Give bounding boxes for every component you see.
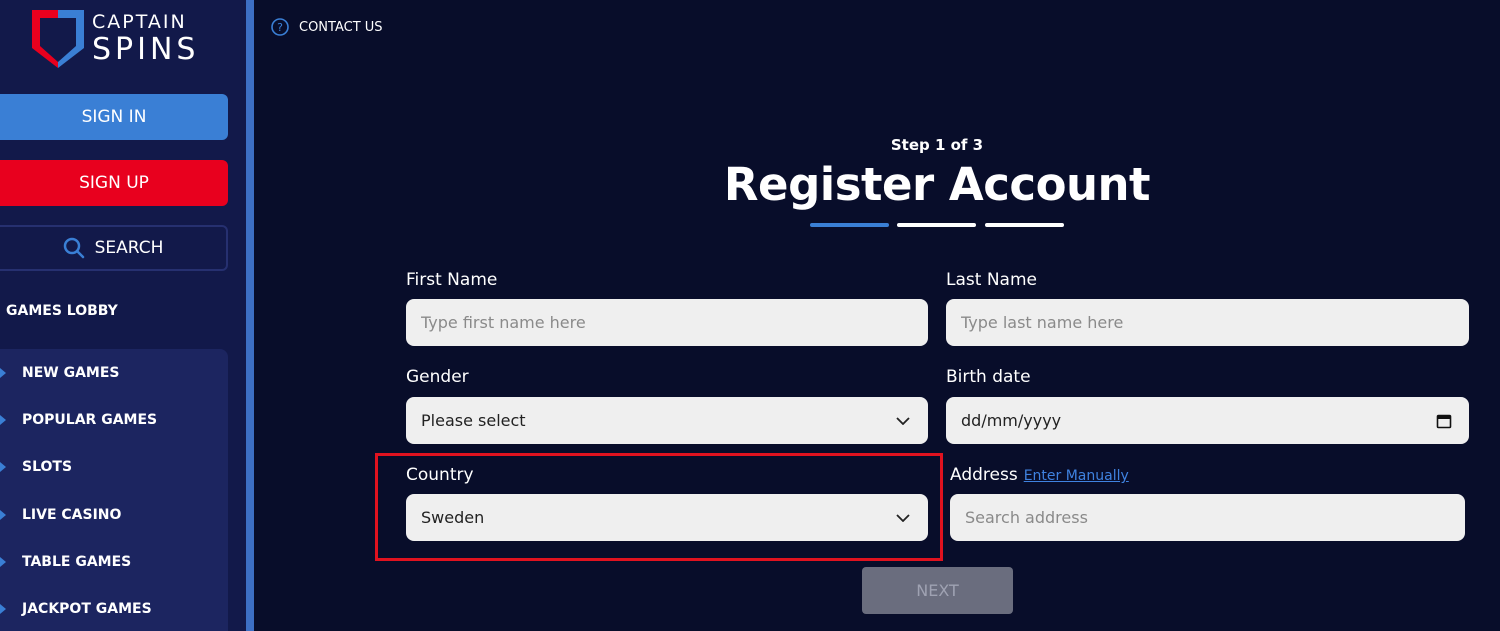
gender-label: Gender	[406, 367, 469, 387]
gender-select-value: Please select	[421, 411, 526, 430]
contact-us-label: CONTACT US	[299, 19, 383, 35]
brand-name: CAPTAIN SPINS	[92, 8, 200, 67]
next-button[interactable]: NEXT	[862, 567, 1013, 614]
first-name-input[interactable]	[406, 299, 928, 346]
search-button[interactable]: SEARCH	[0, 225, 228, 271]
chevron-right-icon	[0, 604, 6, 614]
games-lobby-link[interactable]: GAMES LOBBY	[6, 303, 118, 319]
contact-us-link[interactable]: ? CONTACT US	[271, 18, 383, 36]
last-name-label: Last Name	[946, 270, 1037, 290]
country-select[interactable]: Sweden	[406, 494, 928, 541]
brand-line2: SPINS	[92, 32, 200, 67]
sidebar-border	[246, 0, 254, 631]
enter-manually-link[interactable]: Enter Manually	[1024, 468, 1129, 484]
address-search-input[interactable]	[950, 494, 1465, 541]
sidebar-item-new-games[interactable]: NEW GAMES	[0, 357, 228, 389]
sidebar-item-live-casino[interactable]: LIVE CASINO	[0, 499, 228, 531]
chevron-right-icon	[0, 557, 6, 567]
chevron-right-icon	[0, 462, 6, 472]
games-nav-panel	[0, 349, 228, 631]
chevron-right-icon	[0, 415, 6, 425]
calendar-icon[interactable]	[1436, 413, 1452, 429]
country-select-value: Sweden	[421, 508, 485, 527]
sidebar-item-label: TABLE GAMES	[22, 554, 132, 570]
sign-in-button[interactable]: SIGN IN	[0, 94, 228, 140]
search-button-label: SEARCH	[94, 238, 164, 258]
page-title: Register Account	[723, 158, 1151, 211]
address-label-row: Address Enter Manually	[950, 465, 1129, 485]
birth-date-input[interactable]: dd/mm/yyyy	[946, 397, 1469, 444]
chevron-down-icon	[896, 513, 910, 522]
sidebar-item-table-games[interactable]: TABLE GAMES	[0, 546, 228, 578]
birth-date-placeholder: dd/mm/yyyy	[961, 411, 1062, 430]
step-indicator: Step 1 of 3	[890, 136, 984, 154]
gender-select[interactable]: Please select	[406, 397, 928, 444]
sidebar-item-label: SLOTS	[22, 459, 73, 475]
shield-logo-icon	[32, 10, 84, 68]
country-label: Country	[406, 465, 474, 485]
address-label: Address	[950, 465, 1018, 485]
search-icon	[63, 237, 84, 259]
sidebar-item-label: JACKPOT GAMES	[22, 601, 152, 617]
birth-date-label: Birth date	[946, 367, 1031, 387]
sidebar-item-label: NEW GAMES	[22, 365, 120, 381]
progress-step-2	[897, 223, 976, 227]
first-name-label: First Name	[406, 270, 498, 290]
brand-logo[interactable]: CAPTAIN SPINS	[28, 6, 195, 72]
sidebar-item-slots[interactable]: SLOTS	[0, 451, 228, 483]
sidebar-item-popular-games[interactable]: POPULAR GAMES	[0, 404, 228, 436]
chevron-down-icon	[896, 416, 910, 425]
progress-step-3	[985, 223, 1064, 227]
chevron-right-icon	[0, 510, 6, 520]
last-name-input[interactable]	[946, 299, 1469, 346]
help-icon: ?	[271, 18, 289, 36]
chevron-right-icon	[0, 368, 6, 378]
svg-text:?: ?	[277, 21, 283, 34]
progress-step-1	[810, 223, 889, 227]
sidebar-item-label: POPULAR GAMES	[22, 412, 158, 428]
sidebar-item-label: LIVE CASINO	[22, 507, 122, 523]
sidebar-item-jackpot-games[interactable]: JACKPOT GAMES	[0, 593, 228, 625]
